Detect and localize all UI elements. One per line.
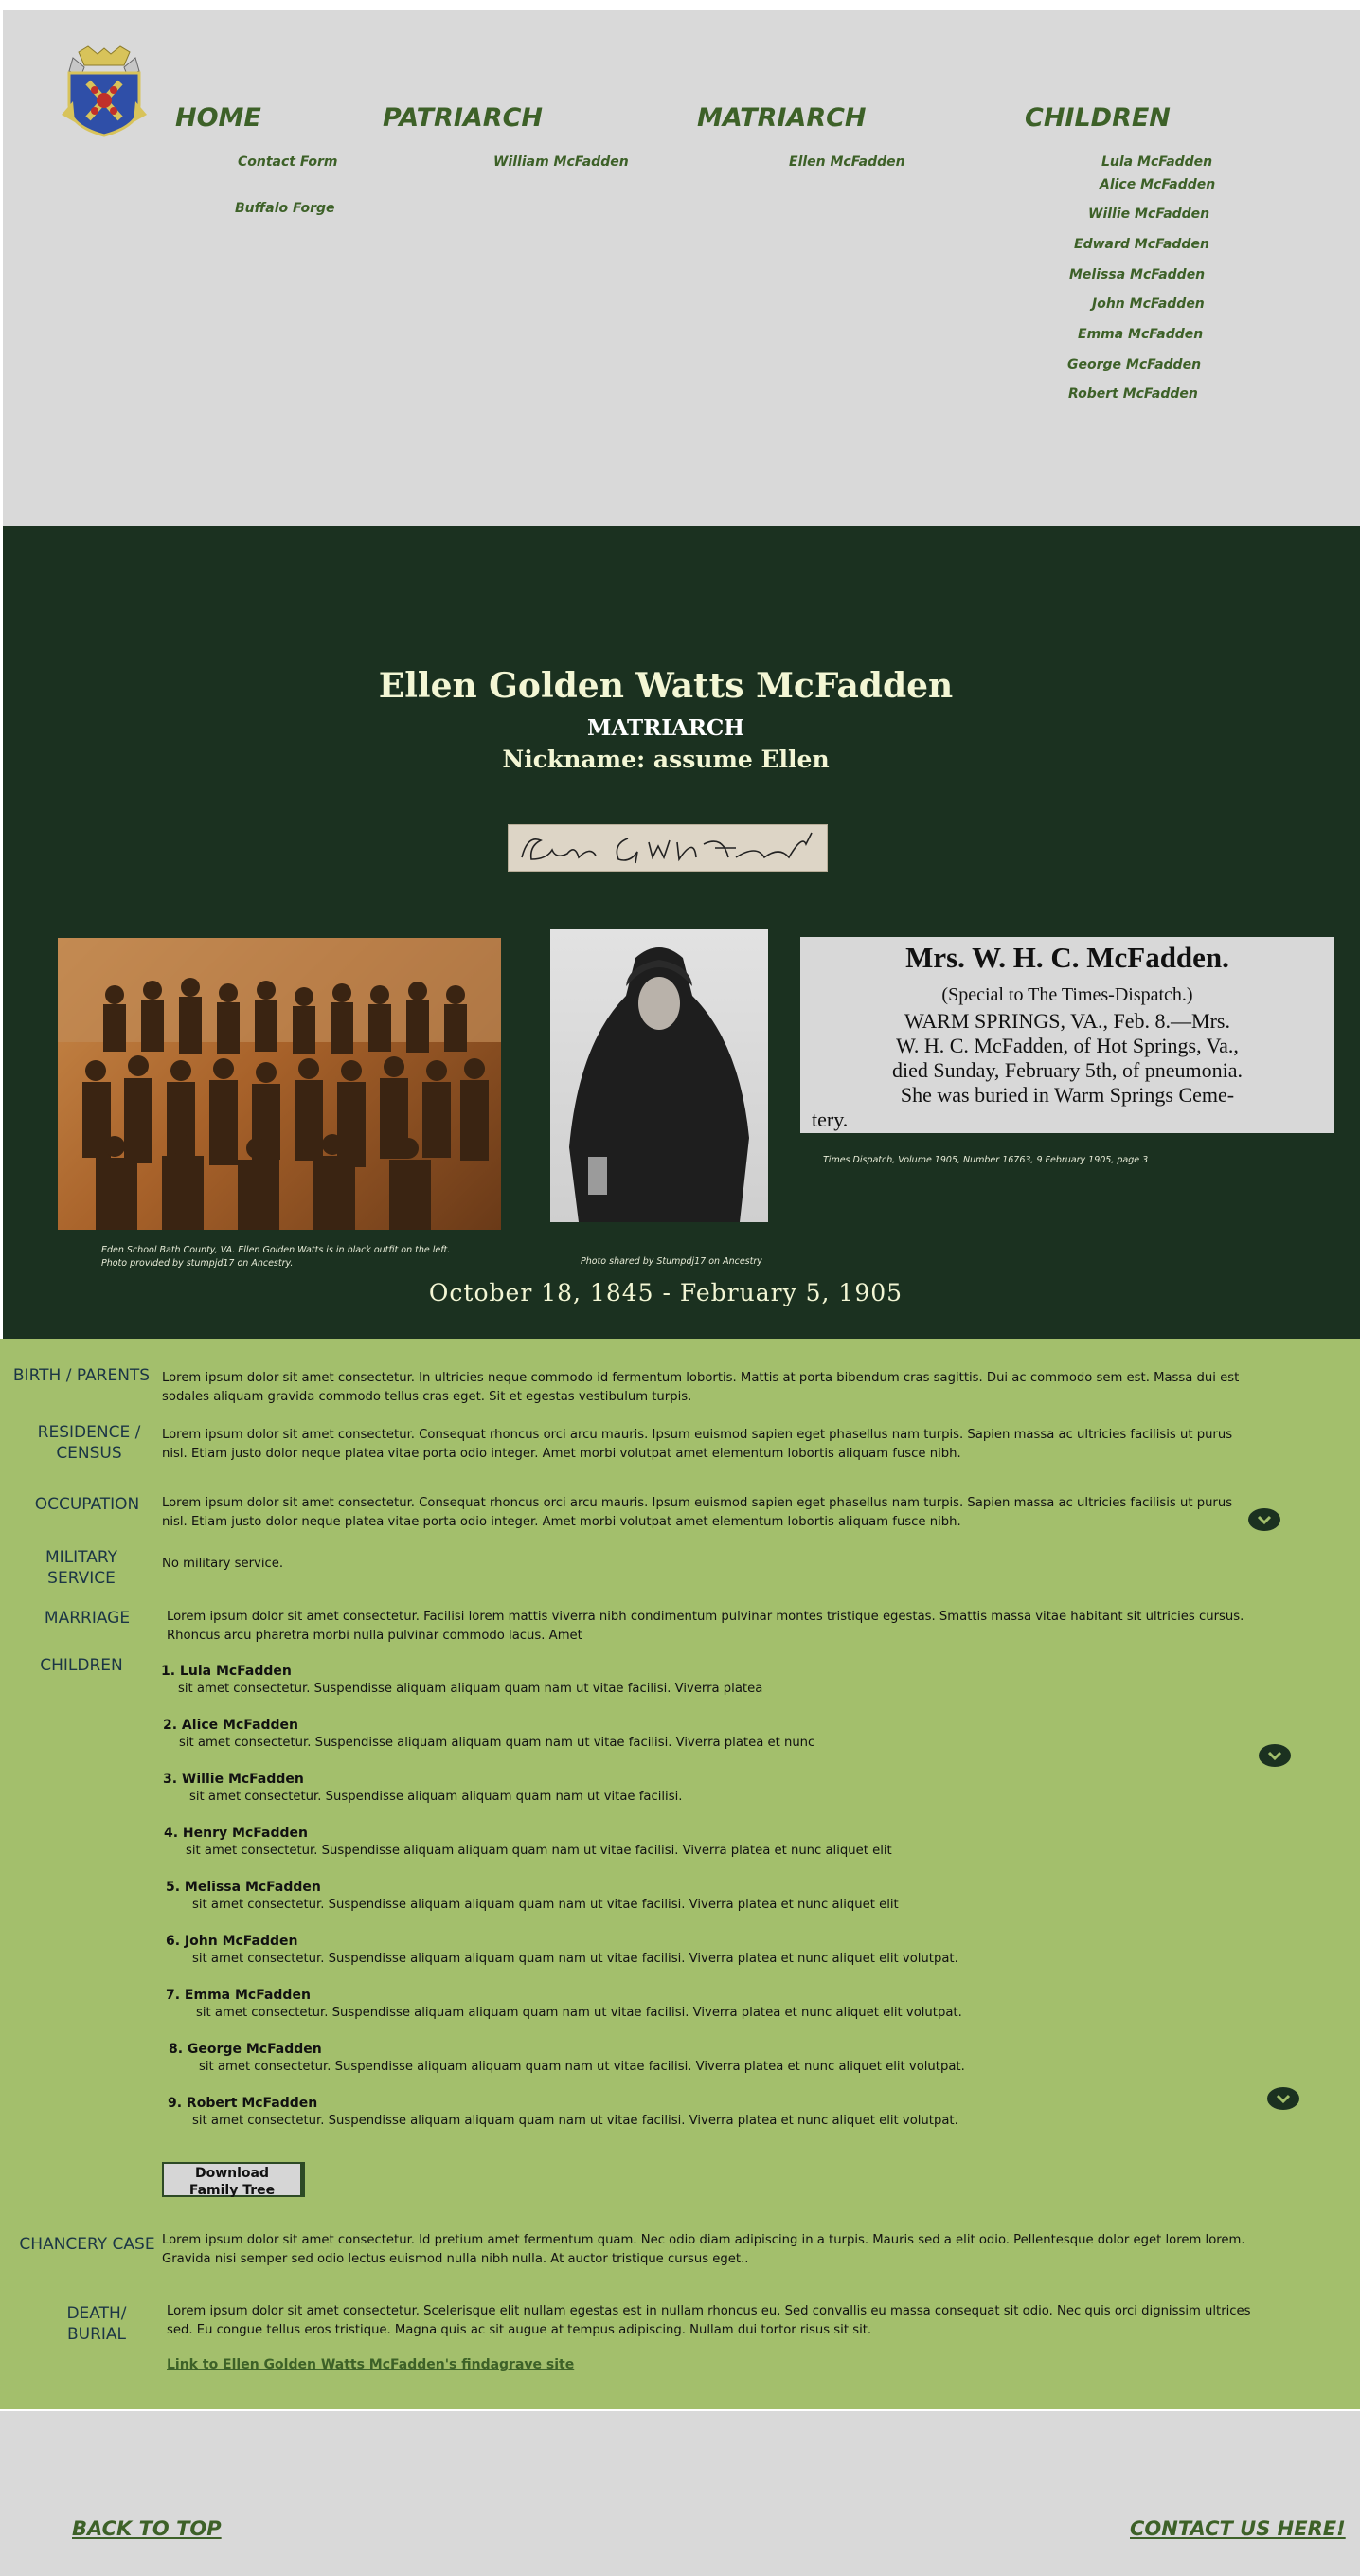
residence-text: Lorem ipsum dolor sit amet consectetur. …: [162, 1428, 1233, 1461]
chancery-label: CHANCERY CASE: [19, 2235, 155, 2254]
page: HOME Contact Form Buffalo Forge PATRIARC…: [0, 0, 1360, 2576]
nav-child-robert[interactable]: Robert McFadden: [1068, 387, 1198, 402]
obituary-line-3: W. H. C. McFadden, of Hot Springs, Va.,: [896, 1034, 1239, 1057]
obituary-clipping: Mrs. W. H. C. McFadden. (Special to The …: [800, 937, 1334, 1133]
child-name-7: 7. Emma McFadden: [166, 1988, 311, 2003]
child-name-3: 3. Willie McFadden: [163, 1772, 304, 1787]
birth-label: BIRTH / PARENTS: [12, 1366, 151, 1385]
child-desc-6: sit amet consectetur. Suspendisse aliqua…: [192, 1952, 958, 1966]
nav-buffalo-forge[interactable]: Buffalo Forge: [235, 201, 335, 216]
chevron-down-icon[interactable]: [1248, 1508, 1280, 1531]
nav-child-george[interactable]: George McFadden: [1067, 357, 1201, 372]
residence-label: RESIDENCE / CENSUS: [37, 1423, 141, 1463]
obituary-caption: Times Dispatch, Volume 1905, Number 1676…: [823, 1155, 1149, 1165]
child-desc-2: sit amet consectetur. Suspendisse aliqua…: [179, 1736, 815, 1750]
child-desc-9: sit amet consectetur. Suspendisse aliqua…: [192, 2114, 958, 2128]
children-label: CHILDREN: [40, 1656, 123, 1675]
nav-child-edward[interactable]: Edward McFadden: [1074, 237, 1209, 252]
child-desc-1: sit amet consectetur. Suspendisse aliqua…: [178, 1682, 763, 1696]
school-photo-caption-1: Eden School Bath County, VA. Ellen Golde…: [101, 1245, 451, 1255]
nav-matriarch[interactable]: MATRIARCH: [697, 103, 867, 133]
download-button-label-1: Download: [194, 2166, 270, 2181]
birth-text: Lorem ipsum dolor sit amet consectetur. …: [162, 1371, 1240, 1404]
chancery-text: Lorem ipsum dolor sit amet consectetur. …: [162, 2233, 1245, 2266]
military-label: MILITARY SERVICE: [45, 1548, 117, 1588]
eden-school-photo: [58, 938, 501, 1230]
top-navigation: HOME Contact Form Buffalo Forge PATRIARC…: [3, 10, 1360, 526]
download-family-tree-button[interactable]: Download Family Tree: [162, 2162, 302, 2198]
nav-child-melissa[interactable]: Melissa McFadden: [1069, 267, 1205, 282]
marriage-label: MARRIAGE: [44, 1609, 131, 1628]
person-role: MATRIARCH: [586, 715, 745, 741]
portrait-caption: Photo shared by Stumpdj17 on Ancestry: [581, 1256, 762, 1267]
nav-children[interactable]: CHILDREN: [1025, 103, 1171, 133]
person-nickname: Nickname: assume Ellen: [502, 746, 830, 773]
ellen-portrait-photo: [550, 929, 768, 1222]
life-dates: October 18, 1845 - February 5, 1905: [428, 1279, 904, 1306]
chevron-down-icon[interactable]: [1267, 2087, 1299, 2110]
child-name-1: 1. Lula McFadden: [161, 1664, 292, 1679]
child-name-2: 2. Alice McFadden: [163, 1718, 298, 1733]
child-desc-5: sit amet consectetur. Suspendisse aliqua…: [192, 1898, 899, 1912]
marriage-text: Lorem ipsum dolor sit amet consectetur. …: [167, 1610, 1244, 1643]
child-name-4: 4. Henry McFadden: [164, 1826, 308, 1841]
child-name-6: 6. John McFadden: [166, 1934, 298, 1949]
family-crest-logo: [62, 45, 147, 137]
nav-home[interactable]: HOME: [175, 103, 261, 133]
obituary-line-4: died Sunday, February 5th, of pneumonia.: [891, 1058, 1244, 1082]
footer: BACK TO TOP CONTACT US HERE!: [0, 2411, 1360, 2576]
contact-us-link[interactable]: CONTACT US HERE!: [1130, 2517, 1346, 2540]
child-name-8: 8. George McFadden: [169, 2042, 322, 2057]
occupation-text: Lorem ipsum dolor sit amet consectetur. …: [162, 1496, 1233, 1529]
findagrave-link[interactable]: Link to Ellen Golden Watts McFadden's fi…: [167, 2357, 574, 2372]
nav-child-emma[interactable]: Emma McFadden: [1078, 327, 1203, 342]
nav-ellen-mcfadden[interactable]: Ellen McFadden: [789, 154, 905, 170]
nav-child-alice[interactable]: Alice McFadden: [1100, 177, 1215, 192]
download-button-label-2: Family Tree: [188, 2183, 276, 2198]
signature-image: [508, 824, 828, 872]
chevron-down-icon[interactable]: [1259, 1744, 1291, 1767]
obituary-line-5: She was buried in Warm Springs Ceme-: [900, 1083, 1235, 1107]
back-to-top-link[interactable]: BACK TO TOP: [72, 2517, 222, 2540]
nav-child-john[interactable]: John McFadden: [1092, 297, 1205, 312]
nav-child-lula[interactable]: Lula McFadden: [1101, 154, 1212, 170]
child-desc-3: sit amet consectetur. Suspendisse aliqua…: [189, 1790, 683, 1804]
occupation-label: OCCUPATION: [34, 1495, 140, 1514]
nav-william-mcfadden[interactable]: William McFadden: [493, 154, 629, 170]
nav-contact-form[interactable]: Contact Form: [238, 154, 337, 170]
obituary-headline: Mrs. W. H. C. McFadden.: [905, 941, 1229, 974]
nav-patriarch[interactable]: PATRIARCH: [383, 103, 543, 133]
child-desc-8: sit amet consectetur. Suspendisse aliqua…: [199, 2060, 965, 2074]
child-desc-7: sit amet consectetur. Suspendisse aliqua…: [196, 2006, 962, 2020]
obituary-line-2: WARM SPRINGS, VA., Feb. 8.—Mrs.: [904, 1009, 1230, 1033]
obituary-line-6: tery.: [812, 1108, 849, 1131]
hero-section: Ellen Golden Watts McFadden MATRIARCH Ni…: [3, 526, 1360, 1339]
person-name: Ellen Golden Watts McFadden: [378, 666, 954, 706]
child-name-5: 5. Melissa McFadden: [166, 1880, 321, 1895]
death-text: Lorem ipsum dolor sit amet consectetur. …: [167, 2304, 1251, 2337]
obituary-line-1: (Special to The Times-Dispatch.): [941, 984, 1193, 1005]
military-text: No military service.: [162, 1557, 284, 1571]
school-photo-caption-2: Photo provided by stumpjd17 on Ancestry.: [101, 1258, 294, 1269]
biography-section: BIRTH / PARENTS Lorem ipsum dolor sit am…: [0, 1339, 1360, 2409]
child-desc-4: sit amet consectetur. Suspendisse aliqua…: [186, 1844, 892, 1858]
child-name-9: 9. Robert McFadden: [168, 2096, 318, 2111]
death-label: DEATH/ BURIAL: [66, 2304, 127, 2344]
nav-child-willie[interactable]: Willie McFadden: [1088, 207, 1209, 222]
